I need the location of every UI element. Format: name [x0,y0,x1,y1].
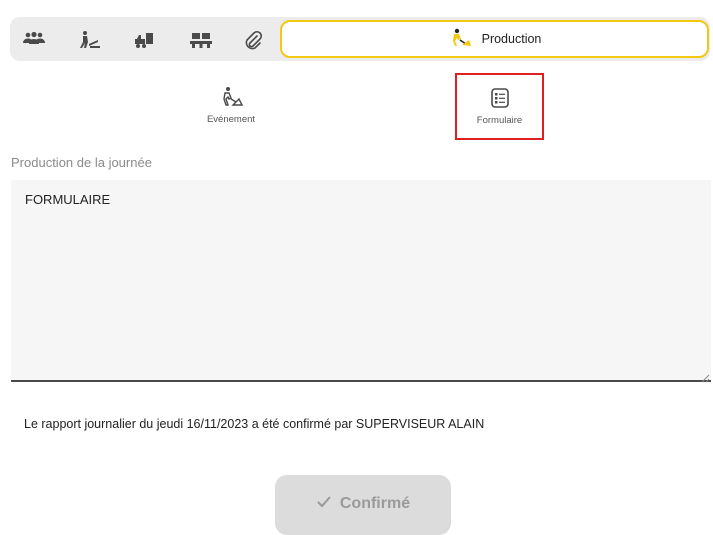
worker-icon[interactable] [78,29,102,51]
equipment-icon[interactable] [133,29,157,51]
tab-production[interactable]: Production [280,20,709,58]
checklist-icon [490,87,510,112]
confirmed-button[interactable]: Confirmé [275,475,451,535]
confirmed-button-label: Confirmé [339,495,411,512]
materials-icon[interactable] [189,29,213,51]
worker-shovel-icon [448,28,472,51]
resize-grip-icon[interactable] [700,370,710,388]
confirmation-message: Le rapport journalier du jeudi 16/11/202… [24,417,485,431]
subtab-form[interactable]: Formulaire [455,73,544,140]
team-icon[interactable] [22,29,46,51]
production-textarea[interactable]: FORMULAIRE [11,180,711,382]
checkmark-icon [316,495,332,514]
subtab-event-label: Evénement [206,113,256,125]
subtab-event[interactable]: Evénement [196,84,266,126]
attachment-icon[interactable] [241,29,265,51]
worker-digging-icon [219,86,244,111]
subtab-form-label: Formulaire [476,115,523,126]
tab-production-label: Production [481,32,542,46]
production-label: Production de la journée [11,155,152,170]
